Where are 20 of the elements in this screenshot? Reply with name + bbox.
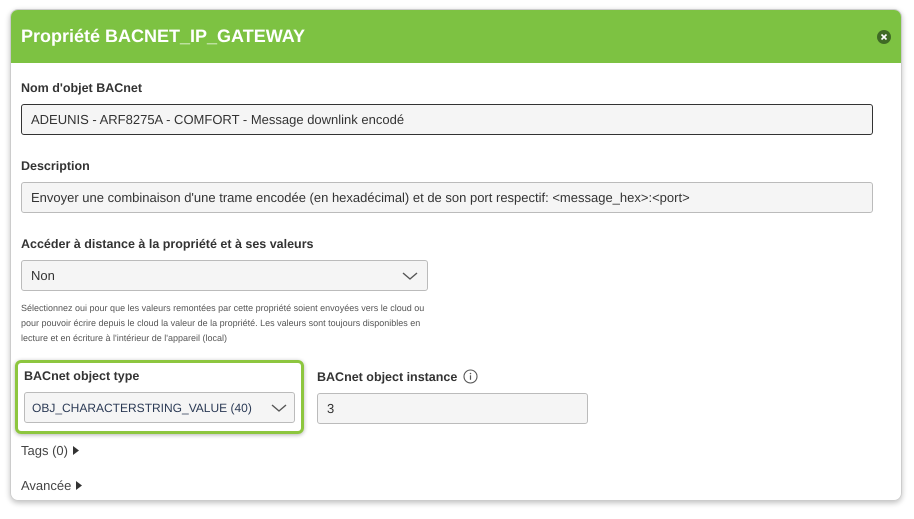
triangle-icon bbox=[76, 481, 82, 490]
input-field[interactable]: ADEUNIS - ARF8275A - COMFORT - Message downlink encodé bbox=[21, 104, 873, 135]
triangle-icon bbox=[72, 446, 79, 455]
chevron-down-icon bbox=[401, 270, 419, 280]
field-label: BACnet object type bbox=[24, 369, 140, 383]
chevron-down-icon bbox=[270, 402, 288, 412]
input-field[interactable]: Envoyer une combinaison d'une trame encodée (en hexadécimal) et de son port respectif: <message_hex>:<port> bbox=[21, 182, 873, 213]
select-field[interactable]: OBJ_CHARACTERSTRING_VALUE (40) bbox=[24, 392, 295, 423]
input-field[interactable]: 3 bbox=[317, 393, 588, 424]
expander-toggle[interactable]: Tags (0) bbox=[21, 443, 79, 458]
close-icon[interactable] bbox=[877, 30, 891, 44]
field-label: Nom d'objet BACnet bbox=[21, 81, 144, 95]
help-text: Sélectionnez oui pour que les valeurs remontées par cette propriété soient envoyées vers le cloud ou pour pouvoir écrire depuis le cloud la valeur de la propriété. Les valeurs sont toujours disponibles en lecture et en écriture à l'intérieur de l'appareil (local) bbox=[21, 302, 426, 345]
field-label: Accéder à distance à la propriété et à ses valeurs bbox=[21, 237, 315, 251]
dialog-title: Propriété BACNET_IP_GATEWAY bbox=[21, 26, 306, 47]
field-label: BACnet object instance bbox=[317, 370, 458, 384]
expander-toggle[interactable]: Avancée bbox=[21, 478, 82, 493]
info-icon[interactable] bbox=[463, 369, 478, 384]
select-field[interactable]: Non bbox=[21, 260, 428, 291]
field-label: Description bbox=[21, 159, 91, 173]
